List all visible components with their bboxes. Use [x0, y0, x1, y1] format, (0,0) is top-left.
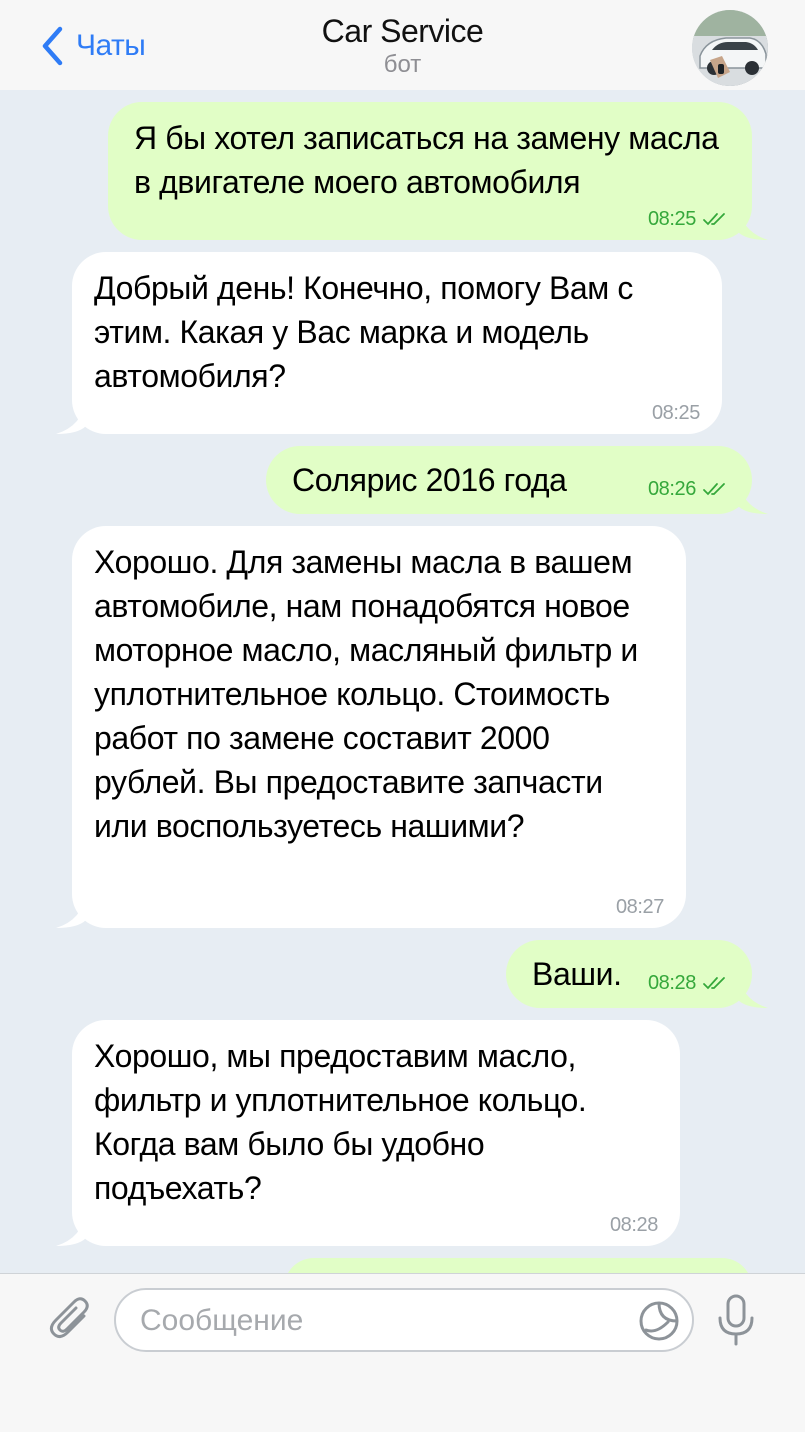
bubble-tail [738, 206, 768, 240]
message-meta: 08:26 [648, 478, 730, 500]
outgoing-message[interactable]: Солярис 2016 года 08:26 [266, 446, 768, 514]
bubble-tail [738, 974, 768, 1008]
message-meta: 08:27 [616, 896, 664, 918]
bubble-tail [56, 894, 86, 928]
microphone-icon [718, 1294, 754, 1346]
message-time: 08:25 [647, 208, 696, 230]
message-text: Я бы хотел записаться на замену масла в … [134, 120, 719, 200]
message-meta: 08:28 [648, 972, 730, 994]
bubble-tail [738, 480, 768, 514]
chat-title-block[interactable]: Car Service бот [0, 10, 805, 78]
double-check-icon [703, 977, 725, 990]
outgoing-message[interactable]: Ваши. 08:28 [506, 940, 768, 1008]
message-text: Хорошо, мы предоставим масло, фильтр и у… [94, 1038, 587, 1206]
sticker-button[interactable] [638, 1300, 680, 1347]
voice-record-button[interactable] [716, 1294, 756, 1351]
incoming-message[interactable]: Добрый день! Конечно, помогу Вам с этим.… [56, 252, 722, 434]
message-time: 08:25 [651, 402, 700, 424]
message-time: 08:26 [647, 478, 696, 500]
bubble-tail [56, 1212, 86, 1246]
sticker-icon [639, 1301, 679, 1341]
message-meta: 08:28 [610, 1214, 658, 1236]
outgoing-message[interactable]: Я бы хотел записаться на замену масла в … [108, 102, 768, 240]
double-check-icon [703, 213, 725, 226]
chat-subtitle: бот [383, 51, 422, 78]
chat-header: Чаты Car Service бот [0, 0, 805, 90]
message-time: 08:28 [647, 972, 696, 994]
message-list[interactable]: Я бы хотел записаться на замену масла в … [0, 90, 805, 1273]
message-text: Добрый день! Конечно, помогу Вам с этим.… [94, 270, 633, 394]
composer-bar: Сообщение [0, 1273, 805, 1432]
incoming-message[interactable]: Хорошо. Для замены масла в вашем автомоб… [56, 526, 686, 928]
car-avatar-image [692, 10, 768, 86]
message-input[interactable]: Сообщение [114, 1288, 694, 1352]
attach-button[interactable] [48, 1296, 94, 1351]
chat-title: Car Service [321, 13, 484, 49]
message-time: 08:28 [609, 1214, 658, 1236]
message-meta: 08:25 [652, 402, 700, 424]
incoming-message[interactable]: Хорошо, мы предоставим масло, фильтр и у… [56, 1020, 680, 1246]
message-time: 08:27 [615, 896, 664, 918]
message-text: Хорошо. Для замены масла в вашем автомоб… [94, 544, 638, 844]
avatar[interactable] [692, 10, 768, 86]
message-input-placeholder: Сообщение [140, 1304, 304, 1337]
outgoing-message-partial[interactable] [284, 1258, 752, 1273]
message-meta: 08:25 [648, 208, 730, 230]
bubble-tail [56, 400, 86, 434]
double-check-icon [703, 483, 725, 496]
paperclip-icon [49, 1297, 89, 1339]
